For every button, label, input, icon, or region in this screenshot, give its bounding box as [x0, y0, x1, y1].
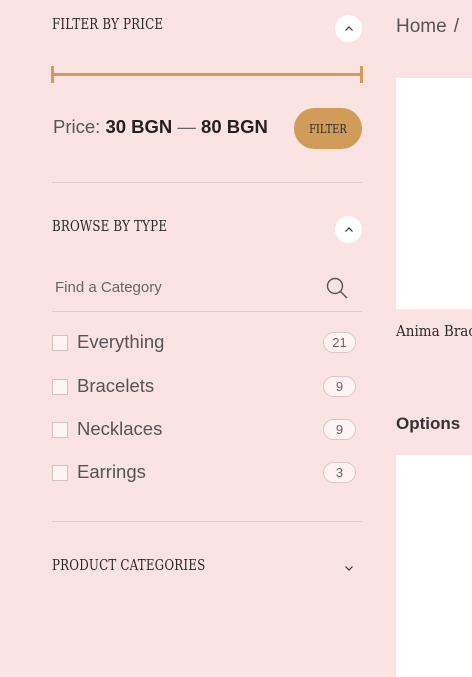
collapse-price-toggle[interactable] [335, 15, 362, 42]
price-range-text: Price: 30 BGN — 80 BGN [53, 116, 268, 138]
breadcrumb-separator: / [453, 16, 459, 37]
price-max-value: 80 BGN [201, 116, 268, 137]
type-item-necklaces[interactable]: Necklaces 9 [52, 418, 357, 442]
count-badge: 3 [323, 462, 356, 483]
type-label: Earrings [77, 461, 146, 482]
filter-price-heading: FILTER BY PRICE [52, 17, 164, 33]
product-title[interactable]: Anima Brac [396, 322, 472, 340]
search-icon[interactable] [325, 276, 349, 300]
filter-sidebar: FILTER BY PRICE Price: 30 BGN — 80 BGN F… [0, 0, 396, 677]
options-link[interactable]: Options [396, 414, 460, 434]
product-image[interactable] [396, 78, 472, 309]
type-label: Bracelets [77, 375, 155, 396]
count-badge: 9 [323, 419, 356, 440]
price-min-handle[interactable] [51, 66, 54, 83]
breadcrumb: Home / [396, 16, 459, 38]
type-item-everything[interactable]: Everything 21 [52, 331, 357, 355]
filter-button-label: FILTER [309, 121, 347, 136]
type-checkbox[interactable] [52, 422, 68, 438]
chevron-up-icon [344, 226, 353, 232]
product-listing: Home / Anima Brac Options [396, 0, 472, 677]
divider [52, 521, 362, 522]
price-max-handle[interactable] [360, 66, 363, 83]
type-checkbox[interactable] [52, 465, 68, 481]
category-search-input[interactable] [52, 271, 312, 303]
filter-button[interactable]: FILTER [294, 108, 362, 149]
price-range-track[interactable] [51, 73, 363, 76]
chevron-up-icon [344, 25, 353, 31]
count-badge: 21 [323, 332, 356, 353]
type-checkbox[interactable] [52, 379, 68, 395]
collapse-type-toggle[interactable] [335, 216, 362, 243]
type-item-bracelets[interactable]: Bracelets 9 [52, 375, 357, 399]
price-separator: — [177, 116, 196, 137]
count-badge: 9 [323, 376, 356, 397]
type-label: Everything [77, 331, 165, 352]
chevron-down-icon [344, 565, 353, 571]
type-item-earrings[interactable]: Earrings 3 [52, 461, 357, 485]
search-underline [52, 311, 362, 312]
breadcrumb-home[interactable]: Home [396, 16, 447, 37]
product-categories-heading: PRODUCT CATEGORIES [52, 558, 206, 574]
type-label: Necklaces [77, 418, 163, 439]
price-label: Price: [53, 116, 101, 137]
divider [52, 182, 362, 183]
price-min-value: 30 BGN [105, 116, 173, 137]
browse-type-heading: BROWSE BY TYPE [52, 219, 168, 235]
expand-categories-toggle[interactable] [335, 554, 362, 581]
product-image[interactable] [396, 455, 472, 677]
type-checkbox[interactable] [52, 335, 68, 351]
